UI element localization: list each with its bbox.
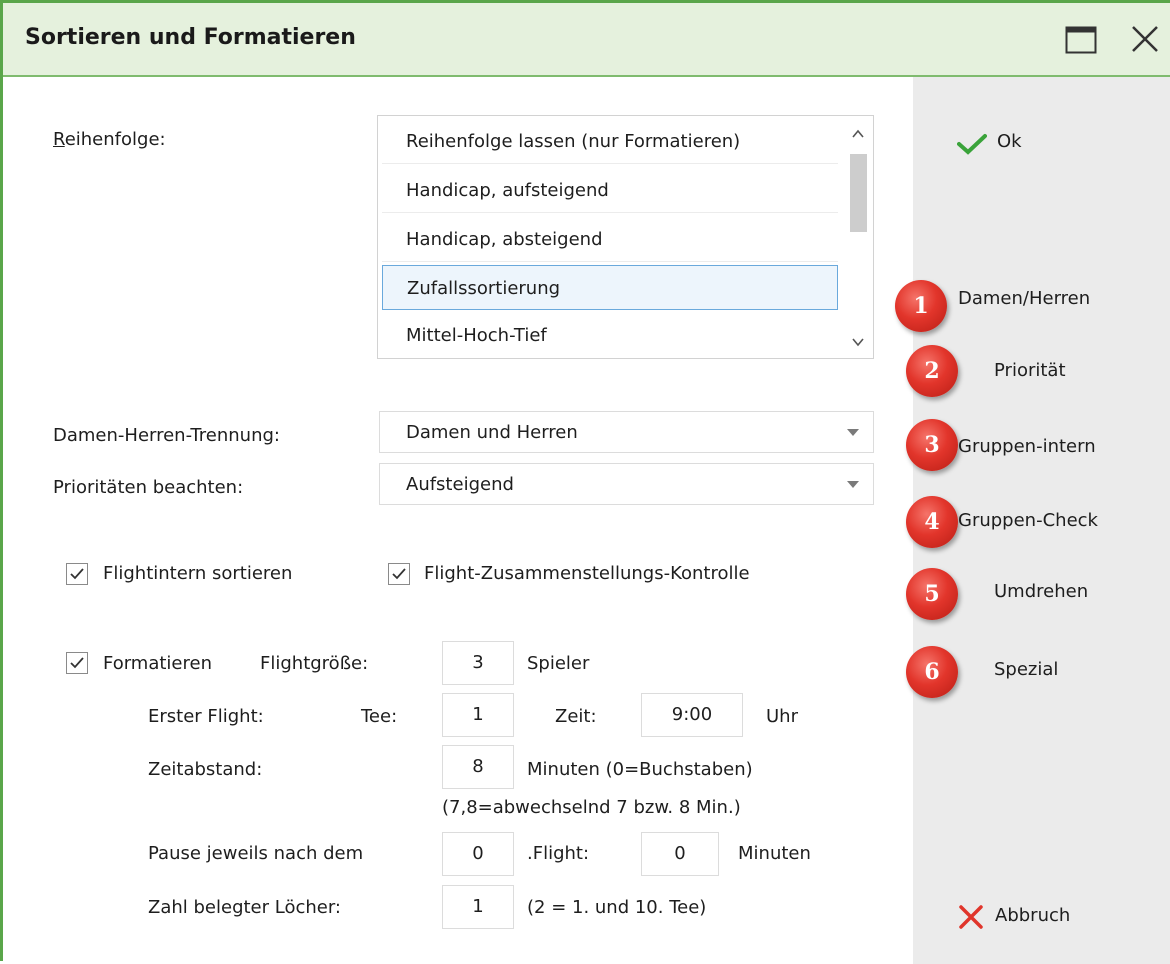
- spieler-label: Spieler: [527, 653, 590, 674]
- flightgroesse-input[interactable]: 3: [442, 641, 514, 685]
- damen-herren-label: Damen-Herren-Trennung:: [53, 425, 280, 446]
- pause-label: Pause jeweils nach dem: [148, 843, 364, 864]
- dialog-window: Sortieren und Formatieren Reihenfolge: R…: [0, 0, 1170, 964]
- loecher-hint: (2 = 1. und 10. Tee): [527, 897, 707, 918]
- tee-input[interactable]: 1: [442, 693, 514, 737]
- flightintern-label[interactable]: Flightintern sortieren: [103, 563, 292, 584]
- list-item[interactable]: Handicap, absteigend: [382, 217, 838, 262]
- scroll-down-icon[interactable]: [852, 336, 864, 348]
- maximize-icon[interactable]: [1065, 26, 1097, 54]
- zeitabstand-input[interactable]: 8: [442, 745, 514, 789]
- window-title: Sortieren und Formatieren: [25, 25, 356, 50]
- reihenfolge-label: Reihenfolge:: [53, 129, 166, 150]
- badge-6: 6: [906, 646, 958, 698]
- close-icon[interactable]: [1129, 23, 1161, 55]
- zeit-input[interactable]: 9:00: [641, 693, 743, 737]
- prioritaeten-value: Aufsteigend: [406, 474, 514, 495]
- flightgroesse-label: Flightgröße:: [260, 653, 369, 674]
- gruppen-check-button[interactable]: Gruppen-Check: [958, 510, 1098, 531]
- zeitabstand-label: Zeitabstand:: [148, 759, 263, 780]
- reihenfolge-list[interactable]: Reihenfolge lassen (nur Formatieren) Han…: [377, 115, 874, 359]
- list-item[interactable]: Handicap, aufsteigend: [382, 168, 838, 213]
- tee-label: Tee:: [361, 706, 398, 727]
- prioritaeten-select[interactable]: Aufsteigend: [379, 463, 874, 505]
- badge-1: 1: [895, 280, 947, 332]
- flight-kontrolle-label[interactable]: Flight-Zusammenstellungs-Kontrolle: [424, 563, 750, 584]
- formatieren-label[interactable]: Formatieren: [103, 653, 212, 674]
- check-icon: [957, 134, 987, 155]
- minuten-label: Minuten: [738, 843, 811, 864]
- loecher-input[interactable]: 1: [442, 885, 514, 929]
- uhr-label: Uhr: [766, 706, 798, 727]
- abbruch-label: Abbruch: [995, 905, 1071, 926]
- badge-2: 2: [906, 345, 958, 397]
- flightintern-checkbox[interactable]: [66, 563, 88, 585]
- pause-flight-input[interactable]: 0: [442, 832, 514, 876]
- prioritaeten-label: Prioritäten beachten:: [53, 477, 244, 498]
- scroll-up-icon[interactable]: [852, 128, 864, 140]
- list-scrollbar[interactable]: [843, 116, 873, 358]
- wechselnd-hint: (7,8=abwechselnd 7 bzw. 8 Min.): [442, 797, 741, 818]
- ok-label: Ok: [997, 131, 1022, 152]
- minuten-buchstaben-label: Minuten (0=Buchstaben): [527, 759, 753, 780]
- scroll-thumb[interactable]: [850, 154, 867, 232]
- cancel-x-icon: [959, 905, 983, 929]
- list-item[interactable]: Reihenfolge lassen (nur Formatieren): [382, 119, 838, 164]
- spezial-button[interactable]: Spezial: [994, 659, 1058, 680]
- badge-4: 4: [906, 496, 958, 548]
- flight-kontrolle-checkbox[interactable]: [388, 563, 410, 585]
- prioritaet-button[interactable]: Priorität: [994, 360, 1066, 381]
- pause-minuten-input[interactable]: 0: [641, 832, 719, 876]
- title-bar: Sortieren und Formatieren: [3, 3, 1170, 77]
- dropdown-arrow-icon: [847, 429, 859, 436]
- erster-flight-label: Erster Flight:: [148, 706, 264, 727]
- formatieren-checkbox[interactable]: [66, 652, 88, 674]
- zeit-label: Zeit:: [555, 706, 597, 727]
- flight-suffix-label: .Flight:: [527, 843, 590, 864]
- damen-herren-select[interactable]: Damen und Herren: [379, 411, 874, 453]
- list-item-selected[interactable]: Zufallssortierung: [382, 265, 838, 310]
- gruppen-intern-button[interactable]: Gruppen-intern: [958, 436, 1096, 457]
- zahl-loecher-label: Zahl belegter Löcher:: [148, 897, 341, 918]
- list-item[interactable]: Mittel-Hoch-Tief: [382, 313, 838, 358]
- damen-herren-value: Damen und Herren: [406, 422, 578, 443]
- badge-3: 3: [906, 419, 958, 471]
- umdrehen-button[interactable]: Umdrehen: [994, 581, 1088, 602]
- damen-herren-button[interactable]: Damen/Herren: [958, 288, 1090, 309]
- badge-5: 5: [906, 568, 958, 620]
- dropdown-arrow-icon: [847, 481, 859, 488]
